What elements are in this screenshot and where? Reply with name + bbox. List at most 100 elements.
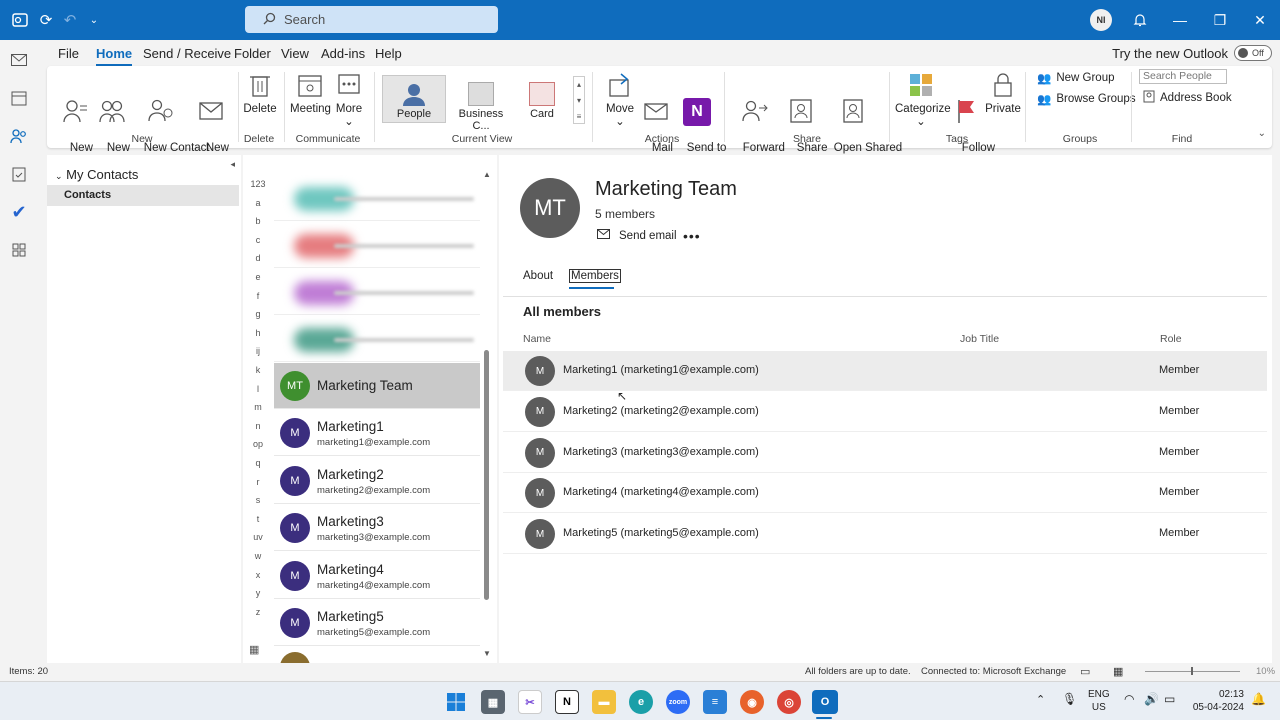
clock[interactable]: 02:13 05-04-2024 — [1186, 688, 1244, 714]
view-gallery-scroll[interactable]: ▴ ▾ ≡ — [573, 76, 585, 124]
reading-view-icon[interactable]: ▦ — [1113, 665, 1123, 678]
search-input[interactable]: Search — [245, 6, 498, 33]
categorize-button[interactable]: Categorize ⌄ — [895, 72, 951, 129]
zoom-slider-thumb[interactable] — [1191, 667, 1193, 675]
alphabet-index-letter[interactable]: x — [243, 570, 273, 580]
menu-add-ins[interactable]: Add-ins — [321, 46, 365, 61]
menu-file[interactable]: File — [58, 46, 79, 61]
alphabet-index-letter[interactable]: t — [243, 514, 273, 524]
contact-list-item[interactable]: M Marketing5 marketing5@example.com — [274, 600, 480, 646]
alphabet-index-letter[interactable]: n — [243, 421, 273, 431]
view-people-button[interactable]: People — [382, 75, 446, 123]
meeting-button[interactable]: Meeting — [290, 72, 331, 116]
alphabet-index-letter[interactable]: m — [243, 402, 273, 412]
private-button[interactable]: Private — [985, 72, 1021, 116]
file-explorer-icon[interactable]: ▬ — [592, 690, 616, 714]
bell-icon[interactable] — [1130, 10, 1150, 30]
alphabet-index-letter[interactable]: g — [243, 309, 273, 319]
normal-view-icon[interactable]: ▭ — [1080, 665, 1090, 678]
alphabet-index-letter[interactable]: ij — [243, 346, 273, 356]
alphabet-index-letter[interactable]: 123 — [243, 179, 273, 189]
alphabet-index-letter[interactable]: d — [243, 253, 273, 263]
view-business-card-button[interactable]: Business C... — [449, 75, 513, 132]
member-name[interactable]: Marketing4 (marketing4@example.com) — [563, 486, 759, 498]
language-indicator[interactable]: ENG US — [1088, 688, 1110, 714]
contact-list-item[interactable]: M Marketing2 marketing2@example.com — [274, 458, 480, 504]
edge-icon[interactable]: e — [629, 690, 653, 714]
contact-list-item[interactable]: MT Marketing Team — [274, 363, 480, 409]
menu-view[interactable]: View — [281, 46, 309, 61]
tab-about[interactable]: About — [523, 270, 553, 282]
try-new-outlook-toggle[interactable]: Off — [1234, 45, 1272, 61]
undo-icon[interactable]: ↶ — [60, 10, 80, 30]
notepad-icon[interactable]: ≡ — [703, 690, 727, 714]
col-job-title-header[interactable]: Job Title — [960, 333, 999, 345]
alphabet-index-letter[interactable]: k — [243, 365, 273, 375]
menu-help[interactable]: Help — [375, 46, 402, 61]
search-people-input[interactable]: Search People — [1139, 69, 1227, 84]
delete-button[interactable]: Delete — [243, 72, 277, 116]
alphabet-index-letter[interactable]: c — [243, 235, 273, 245]
index-options-icon[interactable]: ▦ — [249, 643, 259, 656]
scroll-down-icon[interactable]: ▼ — [483, 649, 491, 658]
member-row[interactable]: M Marketing1 (marketing1@example.com) Memb… — [503, 351, 1267, 391]
tray-overflow-icon[interactable]: ⌃ — [1036, 693, 1045, 706]
maximize-icon[interactable]: ❐ — [1210, 10, 1230, 30]
ribbon-expand-icon[interactable]: ⌄ — [1258, 128, 1266, 139]
menu-folder[interactable]: Folder — [234, 46, 271, 61]
notification-bell-icon[interactable]: 🔔 — [1251, 692, 1266, 706]
alphabet-index-letter[interactable]: uv — [243, 532, 273, 542]
my-contacts-header[interactable]: ⌄ My Contacts — [55, 167, 138, 182]
alphabet-index-letter[interactable]: z — [243, 607, 273, 617]
tasks-icon[interactable] — [9, 164, 29, 184]
alphabet-index-letter[interactable]: e — [243, 272, 273, 282]
browse-groups-button[interactable]: 👥 Browse Groups — [1037, 92, 1136, 106]
member-row[interactable]: M Marketing4 (marketing4@example.com) Memb… — [503, 473, 1267, 514]
wifi-icon[interactable]: ◠ — [1124, 692, 1134, 706]
move-button[interactable]: Move ⌄ — [602, 72, 638, 129]
user-avatar[interactable]: NI — [1090, 9, 1112, 31]
alphabet-index-letter[interactable]: r — [243, 477, 273, 487]
chrome-icon[interactable]: ◎ — [777, 690, 801, 714]
menu-send-receive[interactable]: Send / Receive — [143, 46, 231, 61]
member-name[interactable]: Marketing3 (marketing3@example.com) — [563, 446, 759, 458]
outlook-taskbar-icon[interactable]: O — [812, 690, 838, 714]
member-row[interactable]: M Marketing3 (marketing3@example.com) Memb… — [503, 433, 1267, 473]
snipping-tool-icon[interactable]: ✂ — [518, 690, 542, 714]
more-options-icon[interactable]: ••• — [683, 228, 701, 244]
start-button[interactable] — [444, 690, 468, 714]
send-email-button[interactable]: Send email — [597, 229, 677, 242]
contact-list-item[interactable]: M Marketing1 marketing1@example.com — [274, 410, 480, 457]
member-row[interactable]: M Marketing5 (marketing5@example.com) Memb… — [503, 514, 1267, 555]
scrollbar-thumb[interactable] — [484, 350, 489, 600]
people-icon[interactable] — [9, 126, 29, 146]
scroll-up-icon[interactable]: ▲ — [483, 170, 491, 179]
alphabet-index-letter[interactable]: f — [243, 291, 273, 301]
alphabet-index-letter[interactable]: b — [243, 216, 273, 226]
alphabet-index-letter[interactable]: l — [243, 384, 273, 394]
contact-list-item[interactable]: M Marketing3 marketing3@example.com — [274, 505, 480, 552]
address-book-button[interactable]: Address Book — [1143, 90, 1232, 106]
new-group-small-button[interactable]: 👥 New Group — [1037, 71, 1115, 85]
alphabet-index-letter[interactable]: w — [243, 551, 273, 561]
firefox-icon[interactable]: ◉ — [740, 690, 764, 714]
list-scrollbar[interactable]: ▲ ▼ — [483, 170, 491, 658]
alphabet-index-letter[interactable]: h — [243, 328, 273, 338]
alphabet-index-letter[interactable]: op — [243, 439, 273, 449]
volume-icon[interactable]: 🔊 — [1144, 692, 1159, 706]
microphone-icon[interactable]: 🎙 — [1062, 692, 1077, 706]
col-name-header[interactable]: Name — [523, 333, 551, 345]
collapse-pane-icon[interactable]: ◂ — [230, 159, 235, 170]
tab-members[interactable]: Members — [569, 269, 621, 283]
col-role-header[interactable]: Role — [1160, 333, 1182, 345]
calculator-icon[interactable]: ▦ — [481, 690, 505, 714]
calendar-icon[interactable] — [9, 88, 29, 108]
alphabet-index-letter[interactable]: q — [243, 458, 273, 468]
view-card-button[interactable]: Card — [517, 75, 567, 123]
battery-icon[interactable]: ▭ — [1164, 692, 1175, 706]
zoom-icon[interactable]: zoom — [666, 690, 690, 714]
todo-icon[interactable]: ✔ — [9, 202, 29, 222]
alphabet-index-letter[interactable]: s — [243, 495, 273, 505]
contact-list-item[interactable]: M Marketing4 marketing4@example.com — [274, 553, 480, 599]
alphabet-index-letter[interactable]: a — [243, 198, 273, 208]
